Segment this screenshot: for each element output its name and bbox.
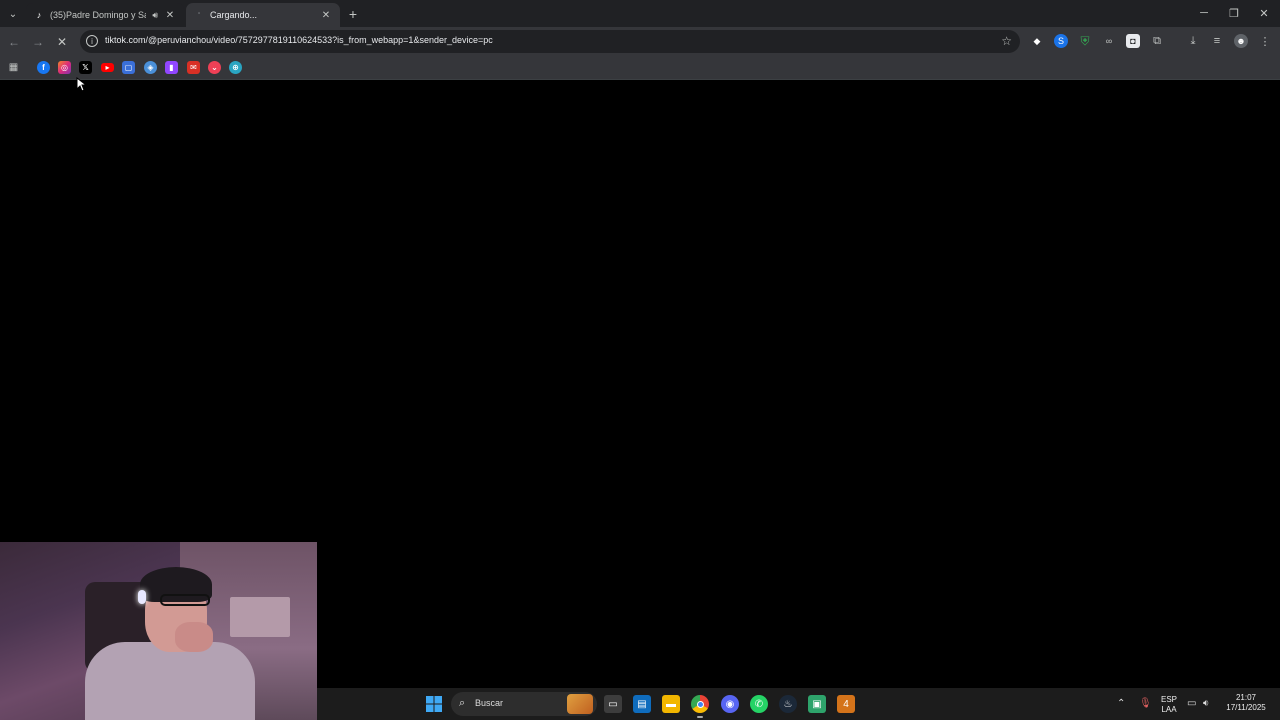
search-highlight-image bbox=[567, 694, 593, 714]
tab-tiktok[interactable]: ♪ (35)Padre Domingo y Sach... 🔊︎ ✕ bbox=[26, 3, 184, 27]
diamond-icon[interactable]: ◆ bbox=[1030, 34, 1044, 48]
roblox-icon[interactable]: ▢ bbox=[122, 61, 135, 74]
puzzle-icon[interactable]: ⧉ bbox=[1150, 34, 1164, 48]
network-icon[interactable]: ▭ bbox=[1187, 698, 1196, 709]
minimize-button[interactable]: ─ bbox=[1190, 4, 1218, 22]
restore-button[interactable]: ❐ bbox=[1220, 4, 1248, 22]
facebook-icon[interactable]: f bbox=[37, 61, 50, 74]
bookmarks-bar: ▦ f ◎ 𝕏 ▸ ▢ ◈ ▮ ✉ ⌄ ⊕ bbox=[0, 56, 1280, 80]
shield-blue-icon[interactable]: S bbox=[1054, 34, 1068, 48]
close-tab-icon[interactable]: ✕ bbox=[164, 10, 176, 21]
steam-icon[interactable]: ♨ bbox=[779, 695, 797, 713]
discord-icon[interactable]: ◉ bbox=[721, 695, 739, 713]
apps-grid-icon[interactable]: ▦ bbox=[7, 61, 20, 74]
app-icon[interactable]: ◈ bbox=[144, 61, 157, 74]
close-window-button[interactable]: ✕ bbox=[1250, 4, 1278, 22]
twitch-icon[interactable]: ▮ bbox=[165, 61, 178, 74]
download-icon[interactable]: ⤓ bbox=[1186, 34, 1200, 48]
instagram-icon[interactable]: ◎ bbox=[58, 61, 71, 74]
menu-icon[interactable]: ⋮ bbox=[1258, 34, 1272, 48]
forward-button[interactable]: → bbox=[29, 33, 47, 51]
store-icon[interactable]: ▤ bbox=[633, 695, 651, 713]
game-app-icon[interactable]: ▣ bbox=[808, 695, 826, 713]
mouse-cursor-icon bbox=[76, 77, 86, 92]
camera-icon[interactable]: ◘ bbox=[1126, 34, 1140, 48]
windows-start-icon[interactable] bbox=[425, 695, 443, 713]
address-bar[interactable]: i tiktok.com/@peruvianchou/video/7572977… bbox=[80, 30, 1020, 53]
shield-green-icon[interactable]: ⛨ bbox=[1078, 34, 1092, 48]
show-hidden-icons-icon[interactable]: ⌃ bbox=[1117, 698, 1125, 709]
new-tab-button[interactable]: + bbox=[344, 5, 362, 23]
taskbar-search[interactable]: ⌕ Buscar bbox=[451, 692, 597, 716]
site-info-icon[interactable]: i bbox=[86, 35, 98, 47]
tab-title: (35)Padre Domingo y Sach... bbox=[50, 10, 146, 20]
windows-taskbar: ⌕ Buscar ▭ ▤ ▬ ◉ ✆ ♨ ▣ 4 ⌃ 🎙︎ ESP LAA ▭ … bbox=[317, 688, 1280, 720]
youtube-icon[interactable]: ▸ bbox=[101, 63, 114, 72]
tab-strip: ⌄ ♪ (35)Padre Domingo y Sach... 🔊︎ ✕ ʹ C… bbox=[0, 0, 1280, 27]
mail-icon[interactable]: ✉ bbox=[187, 61, 200, 74]
tiktok-icon: ♪ bbox=[36, 10, 42, 20]
screen: ⌄ ♪ (35)Padre Domingo y Sach... 🔊︎ ✕ ʹ C… bbox=[0, 0, 1280, 720]
url-text[interactable]: tiktok.com/@peruvianchou/video/757297781… bbox=[105, 35, 493, 45]
webcam-overlay bbox=[0, 542, 317, 720]
stop-loading-button[interactable]: ✕ bbox=[53, 33, 71, 51]
headset-light bbox=[138, 590, 146, 604]
whatsapp-icon[interactable]: ✆ bbox=[750, 695, 768, 713]
microphone-icon[interactable]: 🎙︎ bbox=[1139, 698, 1152, 709]
browser-toolbar: ← → ✕ i tiktok.com/@peruvianchou/video/7… bbox=[0, 27, 1280, 56]
bookmark-star-icon[interactable]: ☆ bbox=[1001, 34, 1012, 48]
pocket-icon[interactable]: ⌄ bbox=[208, 61, 221, 74]
x-icon[interactable]: 𝕏 bbox=[79, 61, 92, 74]
loading-icon: ʹ bbox=[198, 10, 200, 20]
volume-icon[interactable]: 🔉︎ bbox=[1203, 698, 1209, 709]
speaker-icon[interactable]: 🔊︎ bbox=[152, 10, 158, 21]
four-app-icon[interactable]: 4 bbox=[837, 695, 855, 713]
search-placeholder: Buscar bbox=[475, 698, 504, 708]
task-view-icon[interactable]: ▭ bbox=[604, 695, 622, 713]
tab-search-chevron-icon[interactable]: ⌄ bbox=[4, 5, 22, 23]
back-button[interactable]: ← bbox=[5, 33, 23, 51]
media-control-icon[interactable]: ≡ bbox=[1210, 34, 1224, 48]
globe-icon[interactable]: ⊕ bbox=[229, 61, 242, 74]
tab-loading[interactable]: ʹ Cargando... ✕ bbox=[186, 3, 340, 27]
language-indicator[interactable]: ESP LAA bbox=[1159, 695, 1179, 715]
file-explorer-icon[interactable]: ▬ bbox=[662, 695, 680, 713]
tab-title: Cargando... bbox=[210, 10, 258, 20]
clock[interactable]: 21:07 17/11/2025 bbox=[1221, 693, 1271, 713]
search-icon: ⌕ bbox=[459, 697, 466, 709]
chrome-icon[interactable] bbox=[691, 695, 709, 713]
glasses-icon[interactable]: ∞ bbox=[1102, 34, 1116, 48]
profile-avatar[interactable]: ☻ bbox=[1234, 34, 1248, 48]
close-tab-icon[interactable]: ✕ bbox=[320, 10, 332, 21]
